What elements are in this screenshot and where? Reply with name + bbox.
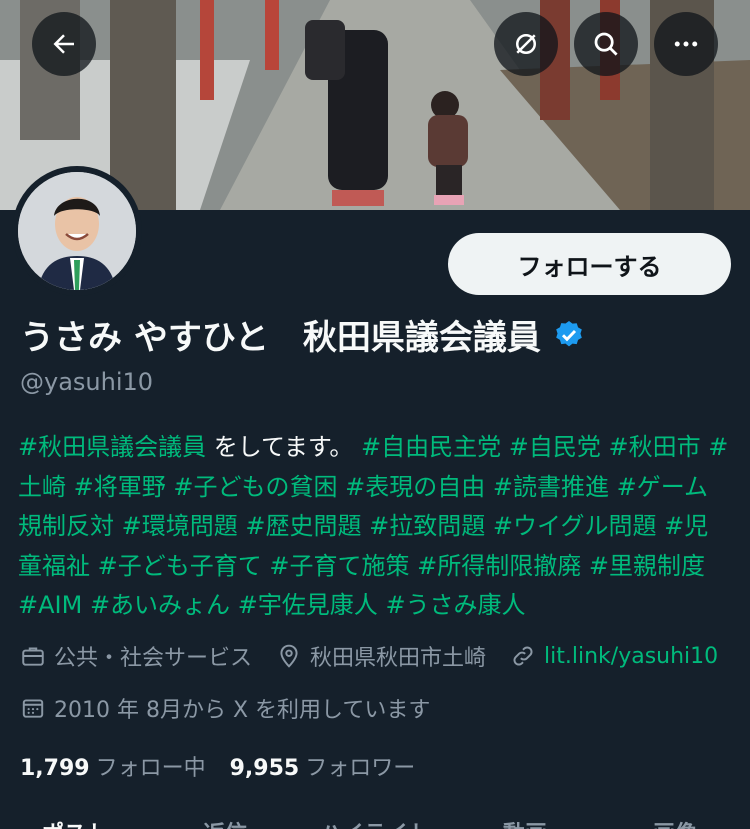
grok-button[interactable] <box>494 12 558 76</box>
bio-text <box>581 552 589 580</box>
hashtag-link[interactable]: #表現の自由 <box>345 473 485 501</box>
bio-text <box>485 512 493 540</box>
hashtag-link[interactable]: #あいみょん <box>90 591 230 619</box>
hashtag-link[interactable]: #秋田市 <box>609 433 701 461</box>
hashtag-link[interactable]: #AIM <box>18 591 82 619</box>
location-pin-icon <box>280 644 298 668</box>
bio-text <box>230 591 238 619</box>
bio-text <box>82 591 90 619</box>
hashtag-link[interactable]: #自民党 <box>509 433 601 461</box>
bio-text <box>410 552 418 580</box>
follow-stats: 1,799 フォロー中 9,955 フォロワー <box>20 750 439 782</box>
location-item: 秋田県秋田市土崎 <box>276 640 486 672</box>
follow-button[interactable]: フォローする <box>448 233 731 295</box>
calendar-icon <box>22 699 44 718</box>
bio-text <box>601 433 609 461</box>
following-count: 1,799 <box>20 756 90 781</box>
category-item: 公共・社会サービス <box>20 640 252 672</box>
hashtag-link[interactable]: #うさみ康人 <box>385 591 525 619</box>
bio-text <box>501 433 509 461</box>
following-label: フォロー中 <box>95 756 206 781</box>
bio-text <box>362 512 370 540</box>
hashtag-link[interactable]: #宇佐見康人 <box>238 591 378 619</box>
verified-badge-icon[interactable] <box>553 319 585 351</box>
category-text: 公共・社会サービス <box>54 646 253 671</box>
hashtag-link[interactable]: #読書推進 <box>493 473 609 501</box>
hashtag-link[interactable]: #子育て施策 <box>269 552 409 580</box>
avatar[interactable] <box>12 166 142 296</box>
hashtag-link[interactable]: #里親制度 <box>589 552 705 580</box>
tab-posts[interactable]: ポスト <box>0 816 150 829</box>
following-stat[interactable]: 1,799 フォロー中 <box>20 750 206 782</box>
tab-images[interactable]: 画像 <box>600 816 750 829</box>
link-icon <box>513 646 533 666</box>
profile-bio: #秋田県議会議員 をしてます。 #自由民主党 #自民党 #秋田市 #土崎 #将軍… <box>18 428 730 626</box>
joined-item: 2010 年 8月から X を利用しています <box>20 692 430 724</box>
bio-text <box>609 473 617 501</box>
hashtag-link[interactable]: #子どもの貧困 <box>173 473 337 501</box>
search-icon <box>594 32 618 56</box>
profile-link[interactable]: lit.link/yasuhi10 <box>544 644 718 669</box>
bio-text <box>338 473 346 501</box>
tab-replies[interactable]: 返信 <box>150 816 300 829</box>
more-button[interactable] <box>654 12 718 76</box>
hashtag-link[interactable]: #ウイグル問題 <box>493 512 657 540</box>
display-name: うさみ やすひと 秋田県議会議員 <box>20 318 541 358</box>
followers-count: 9,955 <box>229 756 300 781</box>
bio-text <box>90 552 98 580</box>
briefcase-icon <box>22 647 44 666</box>
profile-name: うさみ やすひと 秋田県議会議員 <box>20 310 585 359</box>
avatar-photo <box>18 172 136 290</box>
followers-label: フォロワー <box>305 756 416 781</box>
search-button[interactable] <box>574 12 638 76</box>
followers-stat[interactable]: 9,955 フォロワー <box>230 750 416 782</box>
tab-videos[interactable]: 動画 <box>450 816 600 829</box>
bio-text <box>66 473 74 501</box>
hashtag-link[interactable]: #将軍野 <box>74 473 166 501</box>
hashtag-link[interactable]: #歴史問題 <box>245 512 361 540</box>
profile-tabs: ポスト 返信 ハイライト 動画 画像 <box>0 816 750 829</box>
profile-joined: 2010 年 8月から X を利用しています <box>20 692 454 724</box>
hashtag-link[interactable]: #拉致問題 <box>369 512 485 540</box>
location-text: 秋田県秋田市土崎 <box>310 646 487 671</box>
hashtag-link[interactable]: #秋田県議会議員 <box>18 433 206 461</box>
bio-text: をしてます。 <box>206 433 362 461</box>
back-button[interactable] <box>32 12 96 76</box>
joined-text: 2010 年 8月から X を利用しています <box>54 698 431 723</box>
tab-highlights[interactable]: ハイライト <box>300 816 450 829</box>
profile-meta: 公共・社会サービス 秋田県秋田市土崎 lit.link/yasuhi10 <box>20 640 742 672</box>
hashtag-link[interactable]: #自由民主党 <box>361 433 501 461</box>
bio-text <box>485 473 493 501</box>
hashtag-link[interactable]: #子ども子育て <box>98 552 262 580</box>
more-dots-icon <box>674 41 698 47</box>
link-item[interactable]: lit.link/yasuhi10 <box>510 643 718 669</box>
arrow-left-icon <box>53 34 74 54</box>
hashtag-link[interactable]: #所得制限撤廃 <box>417 552 581 580</box>
hashtag-link[interactable]: #環境問題 <box>122 512 238 540</box>
bio-text <box>114 512 122 540</box>
profile-handle: @yasuhi10 <box>20 368 154 396</box>
grok-icon <box>516 34 536 54</box>
